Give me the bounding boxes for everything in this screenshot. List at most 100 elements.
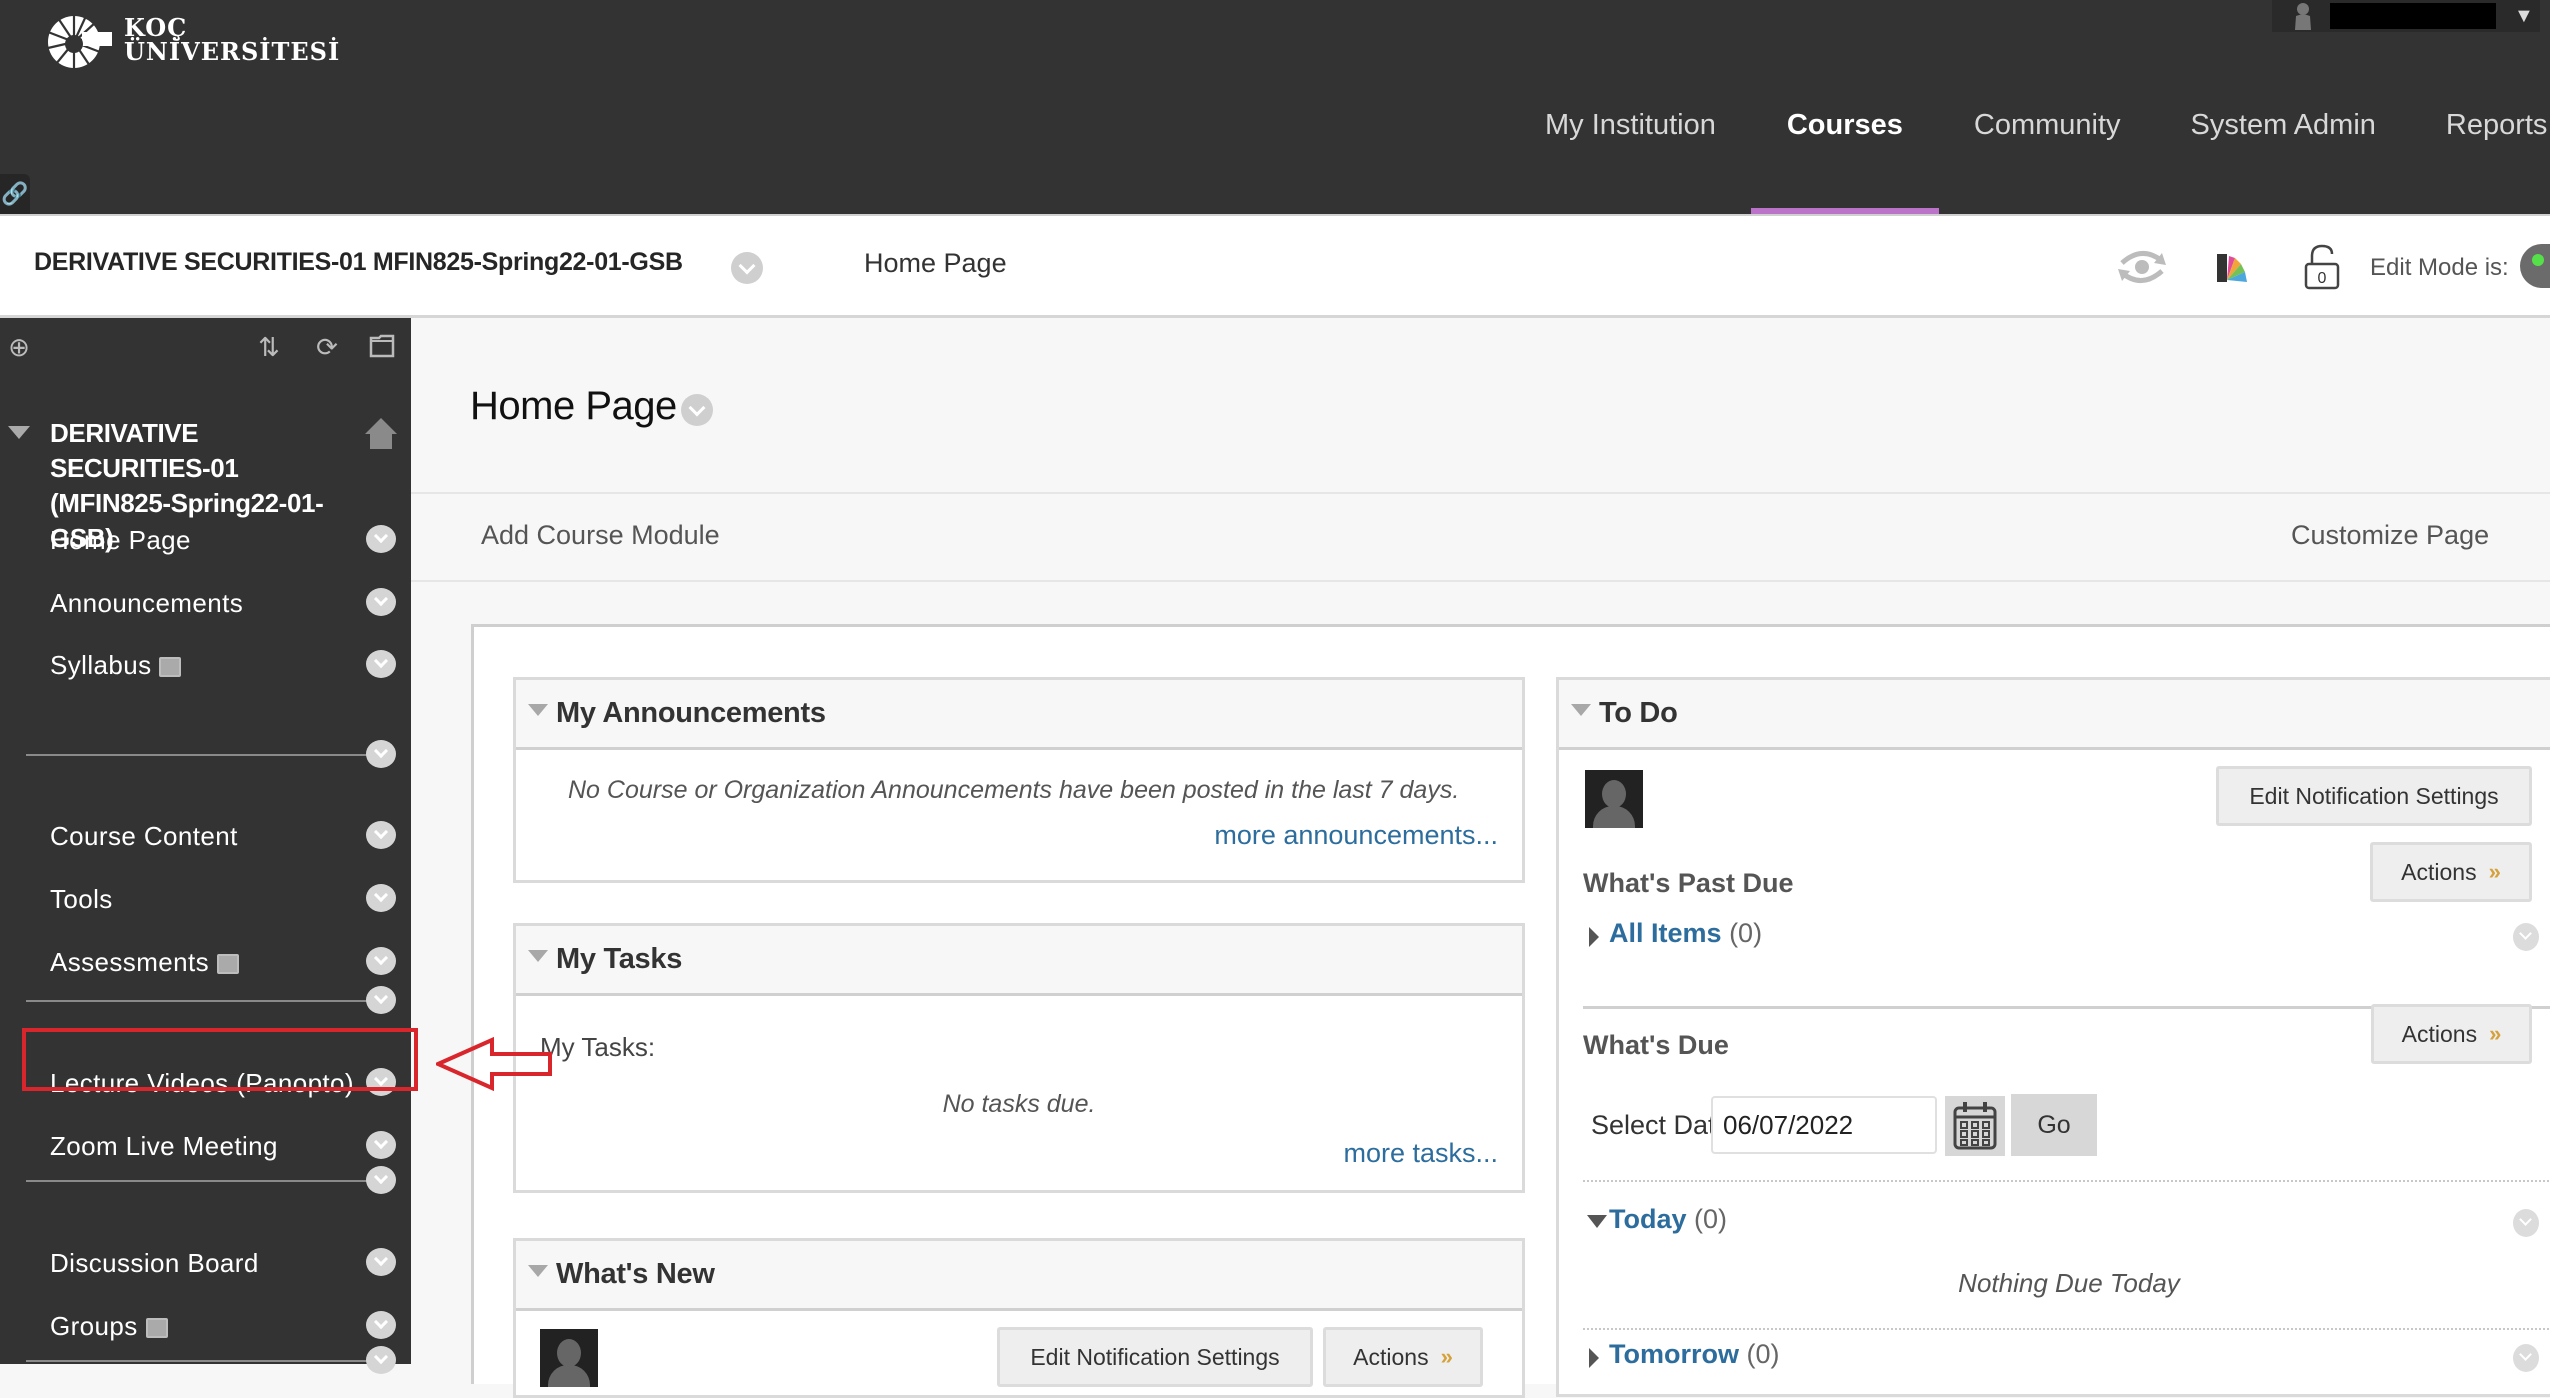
chevron-down-icon[interactable]	[366, 1131, 396, 1159]
calendar-icon	[1953, 1102, 1997, 1150]
home-icon[interactable]	[364, 416, 398, 450]
chevron-down-icon[interactable]	[366, 1346, 396, 1374]
sidebar-item-label: Groups	[50, 1311, 138, 1341]
nav-community[interactable]: Community	[1939, 100, 2156, 214]
module-title: My Tasks	[556, 943, 683, 975]
course-title[interactable]: DERIVATIVE SECURITIES-01 MFIN825-Spring2…	[34, 248, 683, 277]
nav-courses[interactable]: Courses	[1750, 100, 1939, 214]
color-palette-icon[interactable]	[2202, 240, 2262, 294]
sidebar-divider	[26, 1346, 396, 1374]
chevron-down-icon[interactable]	[2513, 1344, 2539, 1372]
more-tasks-link[interactable]: more tasks...	[1343, 1138, 1498, 1169]
double-chevron-down-icon: »	[2489, 1021, 2502, 1046]
chevron-down-icon[interactable]	[366, 588, 396, 616]
sidebar-item-label: Announcements	[50, 588, 244, 618]
tasks-empty-message: No tasks due.	[942, 1090, 1096, 1118]
go-button[interactable]: Go	[2011, 1094, 2097, 1156]
sidebar-item-tools[interactable]: Tools	[50, 874, 400, 924]
sidebar-item-discussion-board[interactable]: Discussion Board	[50, 1238, 400, 1288]
hidden-from-students-icon	[159, 657, 182, 678]
university-logo[interactable]: KOÇ ÜNİVERSİTESİ	[46, 12, 340, 68]
collapse-triangle-icon[interactable]	[8, 426, 30, 439]
collapse-triangle-icon[interactable]	[528, 950, 548, 962]
user-avatar-icon	[2295, 3, 2311, 30]
chevron-down-icon[interactable]	[366, 986, 396, 1014]
module-header: To Do	[1559, 680, 2550, 750]
edit-notification-settings-button[interactable]: Edit Notification Settings	[997, 1327, 1313, 1387]
annotation-arrow-icon	[436, 1036, 552, 1092]
dotted-divider	[1583, 1328, 2550, 1330]
my-tasks-label: My Tasks:	[540, 1032, 656, 1062]
chevron-down-icon[interactable]	[366, 525, 396, 553]
chevron-down-icon[interactable]	[366, 650, 396, 678]
whats-past-due-heading: What's Past Due	[1583, 868, 1794, 898]
today-count: (0)	[1694, 1204, 1728, 1234]
today-row[interactable]: Today (0)	[1609, 1204, 1727, 1235]
sidebar-divider	[26, 986, 396, 1014]
hidden-from-students-icon	[145, 1318, 168, 1339]
expand-triangle-icon[interactable]	[1589, 1348, 1599, 1368]
module-title: To Do	[1599, 697, 1678, 729]
chevron-down-icon[interactable]	[366, 1248, 396, 1276]
sidebar-item-zoom-live-meeting[interactable]: Zoom Live Meeting	[50, 1121, 400, 1171]
sidebar-item-home-page[interactable]: Home Page	[50, 515, 400, 565]
chevron-down-icon[interactable]	[2513, 923, 2539, 951]
lock-count: 0	[2318, 270, 2327, 287]
reorder-icon[interactable]: ⇅	[252, 332, 286, 363]
whats-due-actions-button[interactable]: Actions»	[2371, 1004, 2532, 1064]
module-header: My Announcements	[516, 680, 1522, 750]
all-items-link[interactable]: All Items	[1609, 918, 1722, 948]
tomorrow-row[interactable]: Tomorrow (0)	[1609, 1339, 1780, 1370]
today-link[interactable]: Today	[1609, 1204, 1687, 1234]
collapse-triangle-icon[interactable]	[1571, 704, 1591, 716]
chevron-down-icon[interactable]	[366, 740, 396, 768]
folder-view-icon[interactable]	[365, 332, 399, 365]
student-preview-icon[interactable]	[2112, 240, 2172, 294]
add-menu-item-icon[interactable]: ⊕	[2, 332, 36, 363]
past-due-actions-button[interactable]: Actions»	[2370, 842, 2532, 902]
refresh-icon[interactable]: ⟳	[310, 332, 344, 363]
nav-my-institution[interactable]: My Institution	[1545, 100, 1751, 214]
chevron-down-icon[interactable]	[366, 821, 396, 849]
course-menu-toolbar: ⊕ ⇅ ⟳	[0, 332, 411, 372]
module-to-do: To Do Edit Notification Settings What's …	[1556, 677, 2550, 1397]
course-menu-chevron-icon[interactable]	[731, 252, 763, 284]
expand-triangle-icon[interactable]	[1589, 927, 1599, 947]
chevron-down-icon[interactable]	[366, 947, 396, 975]
user-menu[interactable]: ▼	[2272, 0, 2540, 32]
chevron-down-icon[interactable]: ▼	[2514, 5, 2534, 28]
sidebar-item-label: Home Page	[50, 525, 191, 555]
sidebar-item-announcements[interactable]: Announcements	[50, 578, 400, 628]
unlock-icon[interactable]: 0	[2292, 240, 2352, 294]
edit-mode-label: Edit Mode is:	[2370, 254, 2509, 281]
collapse-triangle-icon[interactable]	[1587, 1215, 1607, 1228]
logo-wordmark: KOÇ ÜNİVERSİTESİ	[124, 13, 341, 66]
sidebar-item-groups[interactable]: Groups	[50, 1301, 400, 1351]
all-items-row[interactable]: All Items (0)	[1609, 918, 1762, 949]
page-title-menu-chevron-icon[interactable]	[681, 394, 713, 426]
collapse-triangle-icon[interactable]	[528, 1265, 548, 1277]
sidebar-item-syllabus[interactable]: Syllabus	[50, 640, 400, 690]
sidebar-item-label: Course Content	[50, 821, 238, 851]
more-announcements-link[interactable]: more announcements...	[1214, 820, 1498, 851]
module-header: My Tasks	[516, 926, 1522, 996]
sidebar-item-assessments[interactable]: Assessments	[50, 937, 400, 987]
sidebar-item-course-content[interactable]: Course Content	[50, 811, 400, 861]
customize-page-button[interactable]: Customize Page	[2291, 520, 2489, 551]
edit-mode-toggle[interactable]	[2520, 244, 2550, 288]
chevron-down-icon[interactable]	[366, 1166, 396, 1194]
chevron-down-icon[interactable]	[366, 884, 396, 912]
nav-system-admin[interactable]: System Admin	[2156, 100, 2411, 214]
edit-notification-settings-button[interactable]: Edit Notification Settings	[2216, 766, 2532, 826]
select-date-input[interactable]	[1711, 1096, 1937, 1154]
actions-button[interactable]: Actions»	[1323, 1327, 1483, 1387]
chevron-down-icon[interactable]	[2513, 1209, 2539, 1237]
nav-reports[interactable]: Reports	[2411, 100, 2550, 214]
tomorrow-link[interactable]: Tomorrow	[1609, 1339, 1739, 1369]
collapse-triangle-icon[interactable]	[528, 704, 548, 716]
link-icon[interactable]: 🔗	[0, 174, 30, 214]
chevron-down-icon[interactable]	[366, 1311, 396, 1339]
calendar-picker-button[interactable]	[1945, 1096, 2005, 1156]
add-course-module-button[interactable]: Add Course Module	[481, 520, 720, 551]
tomorrow-count: (0)	[1746, 1339, 1780, 1369]
